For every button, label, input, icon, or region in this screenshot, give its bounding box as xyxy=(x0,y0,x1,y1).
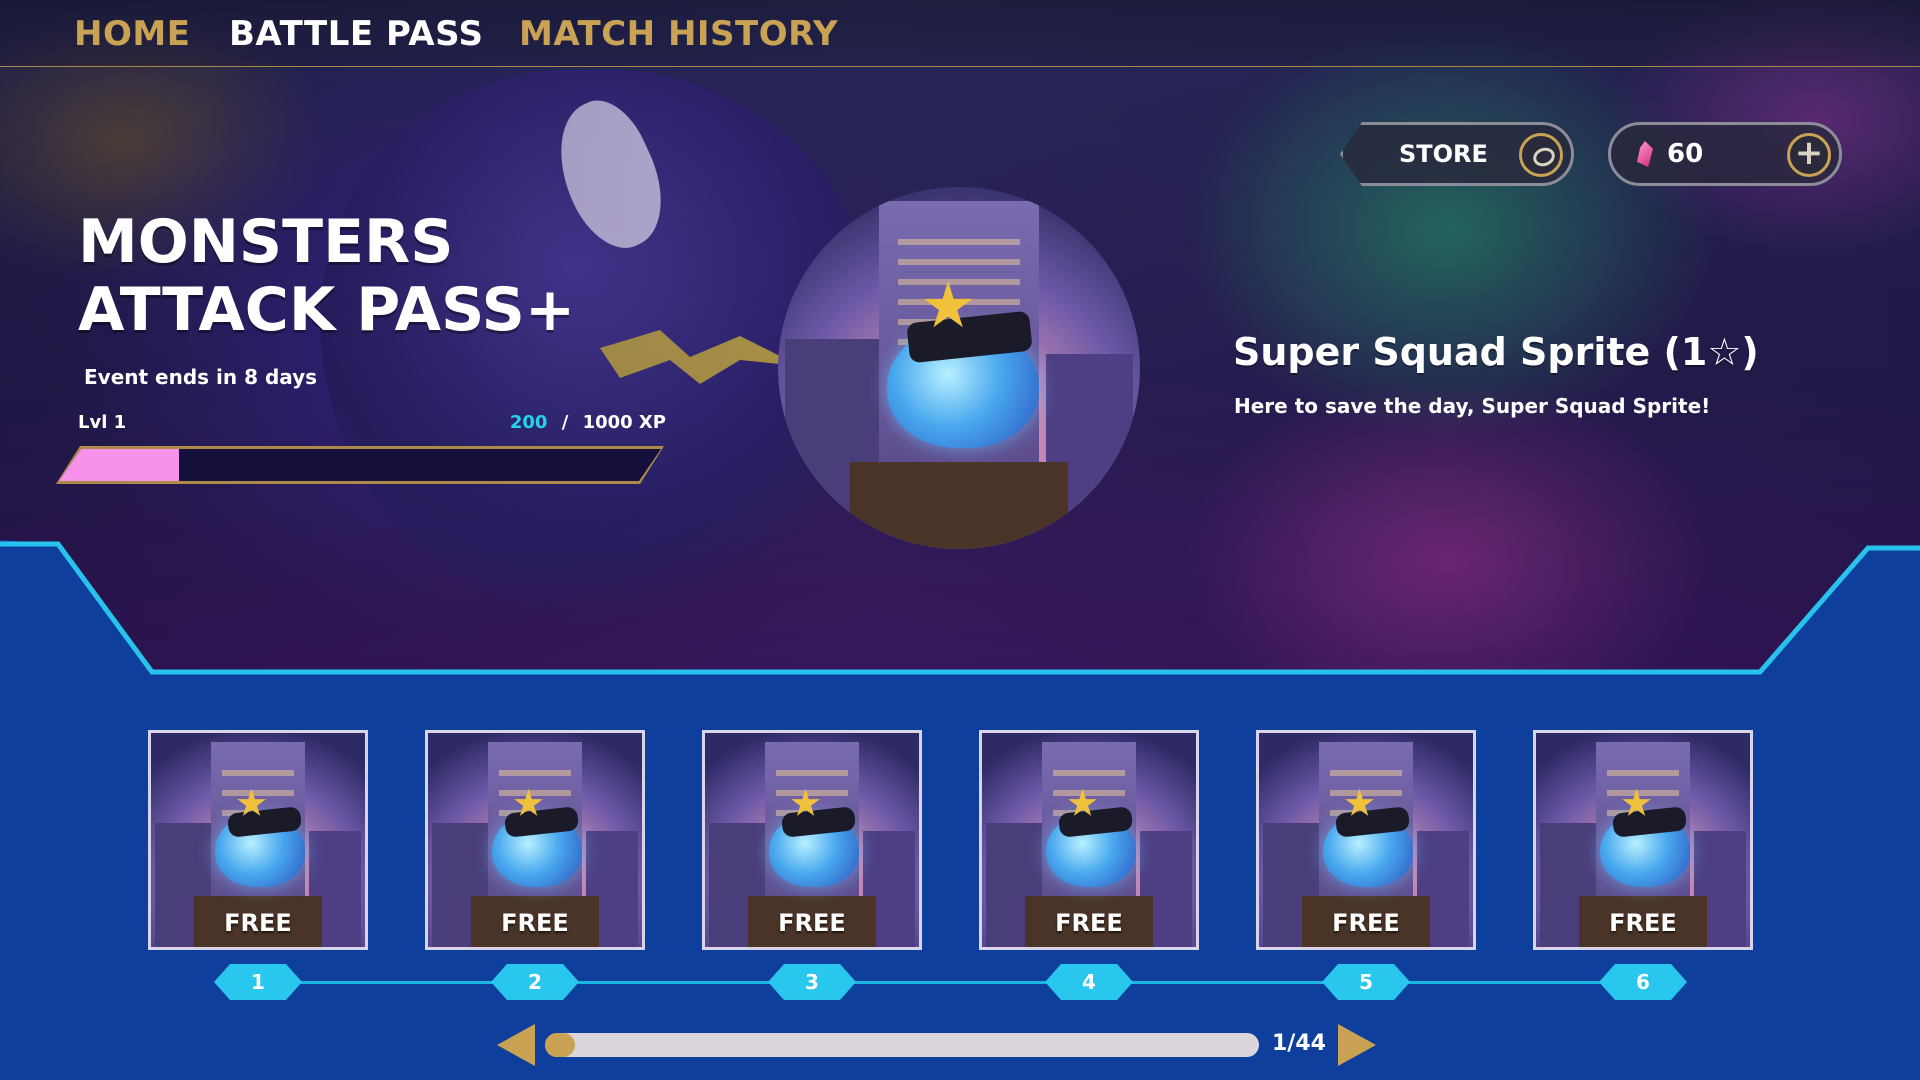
level-badge: 3 xyxy=(768,964,856,1000)
reward-tier-label: FREE xyxy=(1055,909,1123,937)
pass-title: MONSTERS ATTACK PASS+ xyxy=(78,207,576,345)
featured-reward-name: Super Squad Sprite (1☆) xyxy=(1233,330,1759,374)
reward-card[interactable]: FREE xyxy=(425,730,645,950)
next-page-arrow-icon[interactable] xyxy=(1338,1024,1376,1066)
event-countdown: Event ends in 8 days xyxy=(84,365,318,389)
xp-progress-fill xyxy=(59,449,179,481)
add-currency-button[interactable]: + xyxy=(1787,133,1831,177)
reward-card[interactable]: FREE xyxy=(148,730,368,950)
level-badge: 4 xyxy=(1045,964,1133,1000)
top-nav: HOME BATTLE PASS MATCH HISTORY xyxy=(0,0,1920,67)
xp-readout: 200 / 1000 XP xyxy=(500,412,666,433)
track-line xyxy=(256,981,1666,984)
reward-tier-label: FREE xyxy=(1609,909,1677,937)
xp-current: 200 xyxy=(509,412,548,433)
nav-battle-pass[interactable]: BATTLE PASS xyxy=(229,14,484,54)
featured-reward-image[interactable] xyxy=(778,187,1140,549)
store-label: STORE xyxy=(1399,140,1488,168)
nav-home[interactable]: HOME xyxy=(74,14,190,54)
store-egg-icon xyxy=(1519,133,1563,177)
level-badge: 2 xyxy=(491,964,579,1000)
currency-amount: 60 xyxy=(1667,139,1704,169)
level-badge: 1 xyxy=(214,964,302,1000)
reward-tier-label: FREE xyxy=(224,909,292,937)
gem-icon xyxy=(1637,141,1653,167)
reward-card[interactable]: FREE xyxy=(702,730,922,950)
scrollbar-thumb[interactable] xyxy=(545,1033,575,1057)
panel-frame xyxy=(0,540,1920,680)
level-badge: 5 xyxy=(1322,964,1410,1000)
reward-card[interactable]: FREE xyxy=(979,730,1199,950)
prev-page-arrow-icon[interactable] xyxy=(497,1024,535,1066)
level-badge: 6 xyxy=(1599,964,1687,1000)
reward-tier-label: FREE xyxy=(1332,909,1400,937)
nav-match-history[interactable]: MATCH HISTORY xyxy=(519,14,838,54)
xp-total: 1000 XP xyxy=(582,412,666,433)
plus-icon: + xyxy=(1794,133,1824,173)
xp-progress-bar xyxy=(56,446,664,484)
featured-reward-description: Here to save the day, Super Squad Sprite… xyxy=(1234,394,1711,418)
store-button[interactable]: STORE xyxy=(1340,122,1574,186)
xp-separator: / xyxy=(561,412,569,433)
reward-card[interactable]: FREE xyxy=(1533,730,1753,950)
page-indicator: 1/44 xyxy=(1272,1031,1326,1056)
reward-card[interactable]: FREE xyxy=(1256,730,1476,950)
reward-tier-label: FREE xyxy=(778,909,846,937)
reward-tier-label: FREE xyxy=(501,909,569,937)
level-label: Lvl 1 xyxy=(78,412,127,433)
currency-display: 60 + xyxy=(1608,122,1842,186)
track-scrollbar[interactable] xyxy=(545,1033,1259,1057)
